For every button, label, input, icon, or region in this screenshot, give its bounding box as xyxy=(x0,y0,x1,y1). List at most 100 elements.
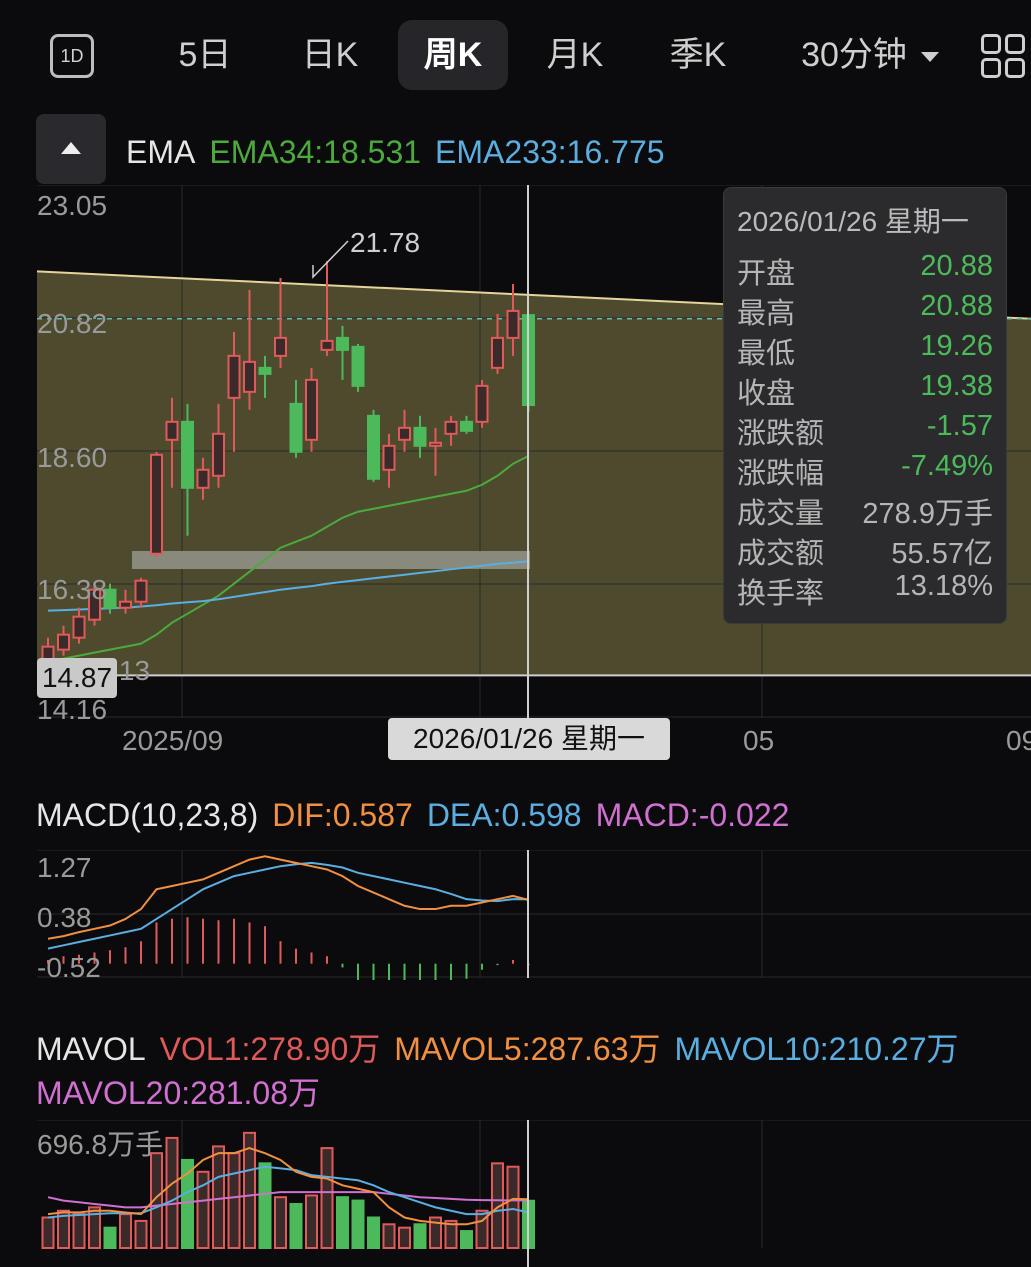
cursor-date-label: 2026/01/26 星期一 xyxy=(388,718,670,760)
time-axis-label: 05 xyxy=(743,725,775,756)
candle-body xyxy=(165,420,179,441)
volume-bar xyxy=(351,1199,365,1249)
interval-dropdown[interactable]: 30分钟 xyxy=(780,20,960,90)
mavol-title: MAVOL xyxy=(36,1031,146,1067)
candle-body xyxy=(398,426,411,441)
candle-body xyxy=(72,615,86,639)
candle-body xyxy=(413,426,427,447)
candle-body xyxy=(320,339,334,351)
price-axis-bottom: 14.16 xyxy=(37,694,108,725)
mavol5-value: MAVOL5:287.63万 xyxy=(394,1031,661,1067)
tab-5day[interactable]: 5日 xyxy=(155,20,255,90)
chevron-down-icon xyxy=(920,52,939,63)
tooltip-row: 收盘 19.38 xyxy=(737,370,993,410)
macd-histogram xyxy=(47,917,530,980)
tooltip-value: 19.38 xyxy=(920,370,993,402)
volume-bar xyxy=(41,1216,55,1250)
tooltip-key: 最高 xyxy=(737,298,796,330)
volume-bar xyxy=(506,1165,520,1250)
collapse-button[interactable] xyxy=(36,114,106,184)
mavol-header: MAVOL VOL1:278.90万 MAVOL5:287.63万 MAVOL10:2… xyxy=(36,1024,973,1070)
candle-body xyxy=(429,441,442,447)
candle-body xyxy=(305,378,318,441)
volume-bar xyxy=(227,1152,241,1250)
tooltip-key: 换手率 xyxy=(737,578,825,610)
candle-body xyxy=(274,336,287,357)
candle-body xyxy=(475,384,489,423)
macd-axis-top: 1.27 xyxy=(37,852,92,883)
volume-axis-top: 696.8万手 xyxy=(37,1129,164,1160)
price-axis-low1: 16.38 xyxy=(37,574,108,605)
volume-bar xyxy=(305,1194,318,1249)
ema-title: EMA xyxy=(126,134,196,170)
macd-axis-mid: 0.38 xyxy=(37,902,92,933)
candle-body xyxy=(258,366,272,375)
high-price-label: 21.78 xyxy=(350,227,421,258)
candle-body xyxy=(57,633,70,651)
volume-bar xyxy=(460,1230,473,1250)
volume-bar xyxy=(382,1223,396,1249)
volume-bar xyxy=(212,1145,225,1249)
tooltip-row: 最高 20.88 xyxy=(737,290,993,330)
candle-body xyxy=(134,579,148,603)
volume-bar xyxy=(320,1147,334,1250)
grid-icon[interactable] xyxy=(981,34,1025,78)
current-price-badge: 14.87 xyxy=(37,658,117,698)
tab-quarterly-k[interactable]: 季K xyxy=(648,20,748,90)
tooltip-key: 涨跌幅 xyxy=(737,458,825,490)
price-axis-top: 23.05 xyxy=(37,190,108,221)
tooltip-key: 开盘 xyxy=(737,258,796,290)
ema34-value: EMA34:18.531 xyxy=(209,134,422,170)
volume-bar xyxy=(367,1216,380,1250)
interval-label: 30分钟 xyxy=(801,36,907,74)
volume-bar xyxy=(165,1136,179,1249)
tooltip-value: 13.18% xyxy=(894,570,993,602)
tooltip-row: 成交量 278.9万手 xyxy=(737,490,993,530)
macd-title: MACD(10,23,8) xyxy=(36,797,259,833)
tooltip-row: 最低 19.26 xyxy=(737,330,993,370)
macd-chart[interactable] xyxy=(0,850,1031,980)
tab-weekly-k[interactable]: 周K xyxy=(398,20,508,90)
tooltip-value: 20.88 xyxy=(920,250,993,282)
candle-body xyxy=(336,336,349,351)
ohlc-tooltip: 2026/01/26 星期一 开盘 20.88 最高 20.88 最低 19.26 收盘 19… xyxy=(723,187,1007,624)
period-tab-bar: 1D 5日 日K 周K 月K 季K 30分钟 xyxy=(0,0,1031,110)
tooltip-value: 55.57亿 xyxy=(891,538,993,570)
macd-header: MACD(10,23,8) DIF:0.587 DEA:0.598 MACD:-0.0… xyxy=(36,797,803,834)
ema233-value: EMA233:16.775 xyxy=(435,134,665,170)
tab-daily-k[interactable]: 日K xyxy=(280,20,380,90)
tooltip-value: -7.49% xyxy=(901,450,993,482)
candle-body xyxy=(243,360,256,393)
time-axis-label: 09 xyxy=(1006,725,1031,756)
macd-dif-value: DIF:0.587 xyxy=(272,797,413,833)
mavol20-value: MAVOL20:281.08万 xyxy=(36,1075,321,1111)
macd-macd-value: MACD:-0.022 xyxy=(595,797,790,833)
tooltip-row: 涨跌幅 -7.49% xyxy=(737,450,993,490)
volume-bar xyxy=(289,1202,303,1249)
candle-body xyxy=(351,345,365,387)
candle-body xyxy=(367,414,380,480)
tab-monthly-k[interactable]: 月K xyxy=(525,20,625,90)
tooltip-row: 开盘 20.88 xyxy=(737,250,993,290)
volume-bar xyxy=(258,1162,272,1249)
tooltip-value: 19.26 xyxy=(920,330,993,362)
candle-body xyxy=(382,444,396,471)
candle-body xyxy=(460,420,473,432)
tooltip-key: 涨跌额 xyxy=(737,418,825,450)
volume-bar xyxy=(274,1196,287,1249)
day-icon[interactable]: 1D xyxy=(50,34,94,78)
macd-axis-bottom: -0.52 xyxy=(37,952,101,983)
candle-body xyxy=(289,402,303,453)
tooltip-value: 20.88 xyxy=(920,290,993,322)
tooltip-key: 最低 xyxy=(737,338,796,370)
time-axis-label: 2025/09 xyxy=(122,725,224,756)
tooltip-value: 278.9万手 xyxy=(862,498,993,530)
mavol10-value: MAVOL10:210.27万 xyxy=(674,1031,959,1067)
macd-dea-value: DEA:0.598 xyxy=(426,797,582,833)
candle-body xyxy=(506,309,520,339)
tooltip-value: -1.57 xyxy=(926,410,993,442)
chevron-up-icon xyxy=(61,142,81,154)
vol1-value: VOL1:278.90万 xyxy=(159,1031,381,1067)
price-axis-mid1: 20.82 xyxy=(37,308,108,339)
volume-bar xyxy=(398,1226,411,1249)
